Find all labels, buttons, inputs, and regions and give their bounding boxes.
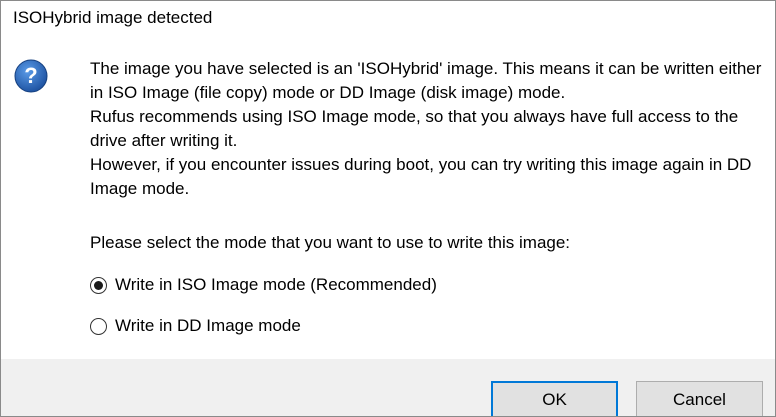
message-text: The image you have selected is an 'ISOHy…: [90, 57, 766, 201]
dialog-content: ? The image you have selected is an 'ISO…: [1, 37, 775, 359]
radio-label-dd[interactable]: Write in DD Image mode: [115, 314, 301, 338]
button-bar: OK Cancel: [1, 359, 775, 416]
message-line: The image you have selected is an 'ISOHy…: [90, 59, 762, 102]
message-line: Rufus recommends using ISO Image mode, s…: [90, 107, 739, 150]
radio-option-dd[interactable]: Write in DD Image mode: [90, 314, 301, 338]
dialog-title: ISOHybrid image detected: [13, 8, 213, 27]
svg-text:?: ?: [24, 63, 37, 88]
radio-button-iso[interactable]: [90, 276, 107, 294]
ok-button[interactable]: OK: [491, 381, 618, 416]
radio-button-dd[interactable]: [90, 317, 107, 335]
radio-option-iso[interactable]: Write in ISO Image mode (Recommended): [90, 273, 437, 297]
title-bar: ISOHybrid image detected: [1, 1, 775, 37]
mode-prompt: Please select the mode that you want to …: [90, 233, 571, 252]
question-icon: ?: [14, 59, 48, 93]
radio-label-iso[interactable]: Write in ISO Image mode (Recommended): [115, 273, 437, 297]
cancel-button[interactable]: Cancel: [636, 381, 763, 416]
message-line: However, if you encounter issues during …: [90, 155, 752, 198]
dialog-window: ISOHybrid image detected ? The image you…: [0, 0, 776, 417]
